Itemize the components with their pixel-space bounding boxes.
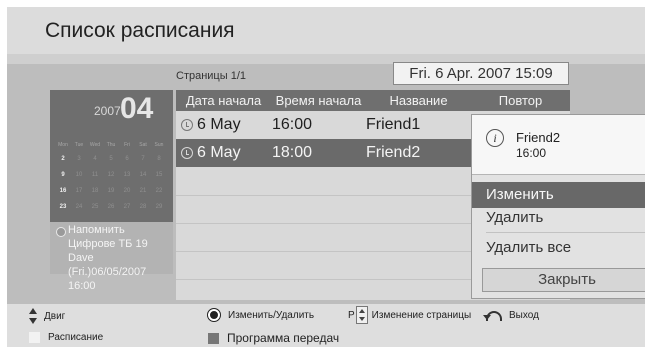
reminder-info: Напомнить Цифрове ТБ 19 Dave (Fri.)06/05… xyxy=(68,223,172,293)
calendar-week: 16 17 18 19 20 21 22 xyxy=(56,188,166,194)
footer-help-bar: Двиг Изменить/Удалить P Изменение страни… xyxy=(7,304,645,347)
reminder-clock-icon xyxy=(56,227,66,237)
hint-page-change-label: Изменение страницы xyxy=(371,309,472,321)
column-header-start-date: Дата начала xyxy=(185,93,262,108)
row-name: Friend2 xyxy=(366,144,421,161)
gray-key-icon xyxy=(208,332,219,344)
hint-guide-label: Программа передач xyxy=(227,331,340,345)
hint-schedule[interactable]: Расписание xyxy=(29,332,103,343)
reminder-channel: Цифрове ТБ 19 xyxy=(68,238,148,250)
calendar-day: 9 xyxy=(61,172,65,178)
calendar-day: 3 xyxy=(77,156,81,162)
calendar-day: 28 xyxy=(139,204,147,210)
popup-program-time: 16:00 xyxy=(516,146,547,160)
hint-edit-delete: Изменить/Удалить xyxy=(207,308,315,322)
popup-program-name: Friend2 xyxy=(516,130,561,145)
row-start-date: 6 May xyxy=(197,144,241,161)
weekday-label: Tue xyxy=(74,142,84,148)
back-arrow-icon xyxy=(483,309,503,321)
weekday-label: Wed xyxy=(89,142,101,148)
calendar-day: 18 xyxy=(91,188,99,194)
clock-icon xyxy=(181,119,193,131)
page-up-down-icon xyxy=(355,306,368,324)
page-indicator: Страницы 1/1 xyxy=(176,70,246,82)
calendar-month: 04 xyxy=(120,92,154,125)
calendar-day: 26 xyxy=(107,204,115,210)
calendar-day: 6 xyxy=(125,156,129,162)
menu-divider xyxy=(486,232,645,233)
calendar-day: 11 xyxy=(91,172,99,178)
header: Список расписания xyxy=(7,7,645,54)
calendar-day: 7 xyxy=(141,156,145,162)
hint-edit-delete-label: Изменить/Удалить xyxy=(228,309,315,321)
column-header-start-time: Время начала xyxy=(275,93,362,108)
calendar-day: 15 xyxy=(155,172,163,178)
calendar-day: 24 xyxy=(75,204,83,210)
weekday-label: Mon xyxy=(58,142,68,148)
calendar-day: 5 xyxy=(109,156,113,162)
info-icon: i xyxy=(486,129,504,147)
reminder-title: Напомнить xyxy=(68,224,125,236)
reminder-date: (Fri.)06/05/2007 xyxy=(68,266,147,278)
menu-item-delete-all[interactable]: Удалить все xyxy=(472,235,645,261)
weekday-label: Thu xyxy=(106,142,116,148)
clock-icon xyxy=(181,147,193,159)
close-button[interactable]: Закрыть xyxy=(482,268,645,292)
calendar-day: 4 xyxy=(93,156,97,162)
column-header-repeat: Повтор xyxy=(498,93,543,108)
calendar-week: 2 3 4 5 6 7 8 xyxy=(56,156,166,162)
calendar-weekday-header: Mon Tue Wed Thu Fri Sat Sun xyxy=(56,142,166,148)
calendar-widget: 2007 04 Mon Tue Wed Thu Fri Sat Sun 2 3 … xyxy=(50,90,173,292)
hint-move: Двиг xyxy=(29,308,65,324)
weekday-label: Fri xyxy=(124,142,130,148)
reminder-name: Dave xyxy=(68,252,94,264)
hint-schedule-label: Расписание xyxy=(48,332,104,343)
calendar-day: 13 xyxy=(123,172,131,178)
calendar-day: 29 xyxy=(155,204,163,210)
white-key-icon xyxy=(29,332,40,343)
calendar-day: 17 xyxy=(75,188,83,194)
menu-item-delete[interactable]: Удалить xyxy=(472,205,645,231)
weekday-label: Sun xyxy=(154,142,164,148)
calendar-day: 19 xyxy=(107,188,115,194)
weekday-label: Sat xyxy=(139,142,147,148)
row-start-date: 6 May xyxy=(197,116,241,133)
page-key-label: P xyxy=(348,309,355,321)
calendar-day: 23 xyxy=(59,204,67,210)
hint-page-change: P Изменение страницы xyxy=(348,306,471,324)
table-header: Дата начала Время начала Название Повтор xyxy=(176,90,570,111)
context-menu-popup: i Friend2 16:00 Изменить Удалить Удалить… xyxy=(471,114,645,299)
calendar-day: 14 xyxy=(139,172,147,178)
up-down-arrows-icon xyxy=(29,308,38,324)
calendar-day: 10 xyxy=(75,172,83,178)
calendar-day: 27 xyxy=(123,204,131,210)
row-start-time: 16:00 xyxy=(272,116,313,133)
calendar-week: 23 24 25 26 27 28 29 xyxy=(56,204,166,210)
column-header-name: Название xyxy=(389,93,448,108)
schedule-list-screen: Список расписания Страницы 1/1 Fri. 6 Ap… xyxy=(7,7,645,347)
calendar-day: 16 xyxy=(59,188,67,194)
calendar-day: 8 xyxy=(157,156,161,162)
row-name: Friend1 xyxy=(366,116,421,133)
calendar-grid-panel: 2007 04 Mon Tue Wed Thu Fri Sat Sun 2 3 … xyxy=(50,90,173,222)
hint-exit: Выход xyxy=(483,309,539,321)
calendar-day: 22 xyxy=(155,188,163,194)
current-datetime: Fri. 6 Apr. 2007 15:09 xyxy=(393,62,569,85)
calendar-day: 20 xyxy=(123,188,131,194)
calendar-week: 9 10 11 12 13 14 15 xyxy=(56,172,166,178)
row-start-time: 18:00 xyxy=(272,144,313,161)
reminder-time: 16:00 xyxy=(68,280,96,292)
hint-exit-label: Выход xyxy=(509,309,539,321)
calendar-day: 21 xyxy=(139,188,147,194)
page-title: Список расписания xyxy=(45,19,235,42)
calendar-year: 2007 xyxy=(94,104,121,118)
calendar-day: 12 xyxy=(107,172,115,178)
calendar-day: 2 xyxy=(61,156,65,162)
popup-program-info: i Friend2 16:00 xyxy=(472,115,645,175)
hint-move-label: Двиг xyxy=(44,310,66,322)
calendar-day: 25 xyxy=(91,204,99,210)
ok-button-icon xyxy=(207,308,221,322)
hint-guide[interactable]: Программа передач xyxy=(208,331,339,345)
